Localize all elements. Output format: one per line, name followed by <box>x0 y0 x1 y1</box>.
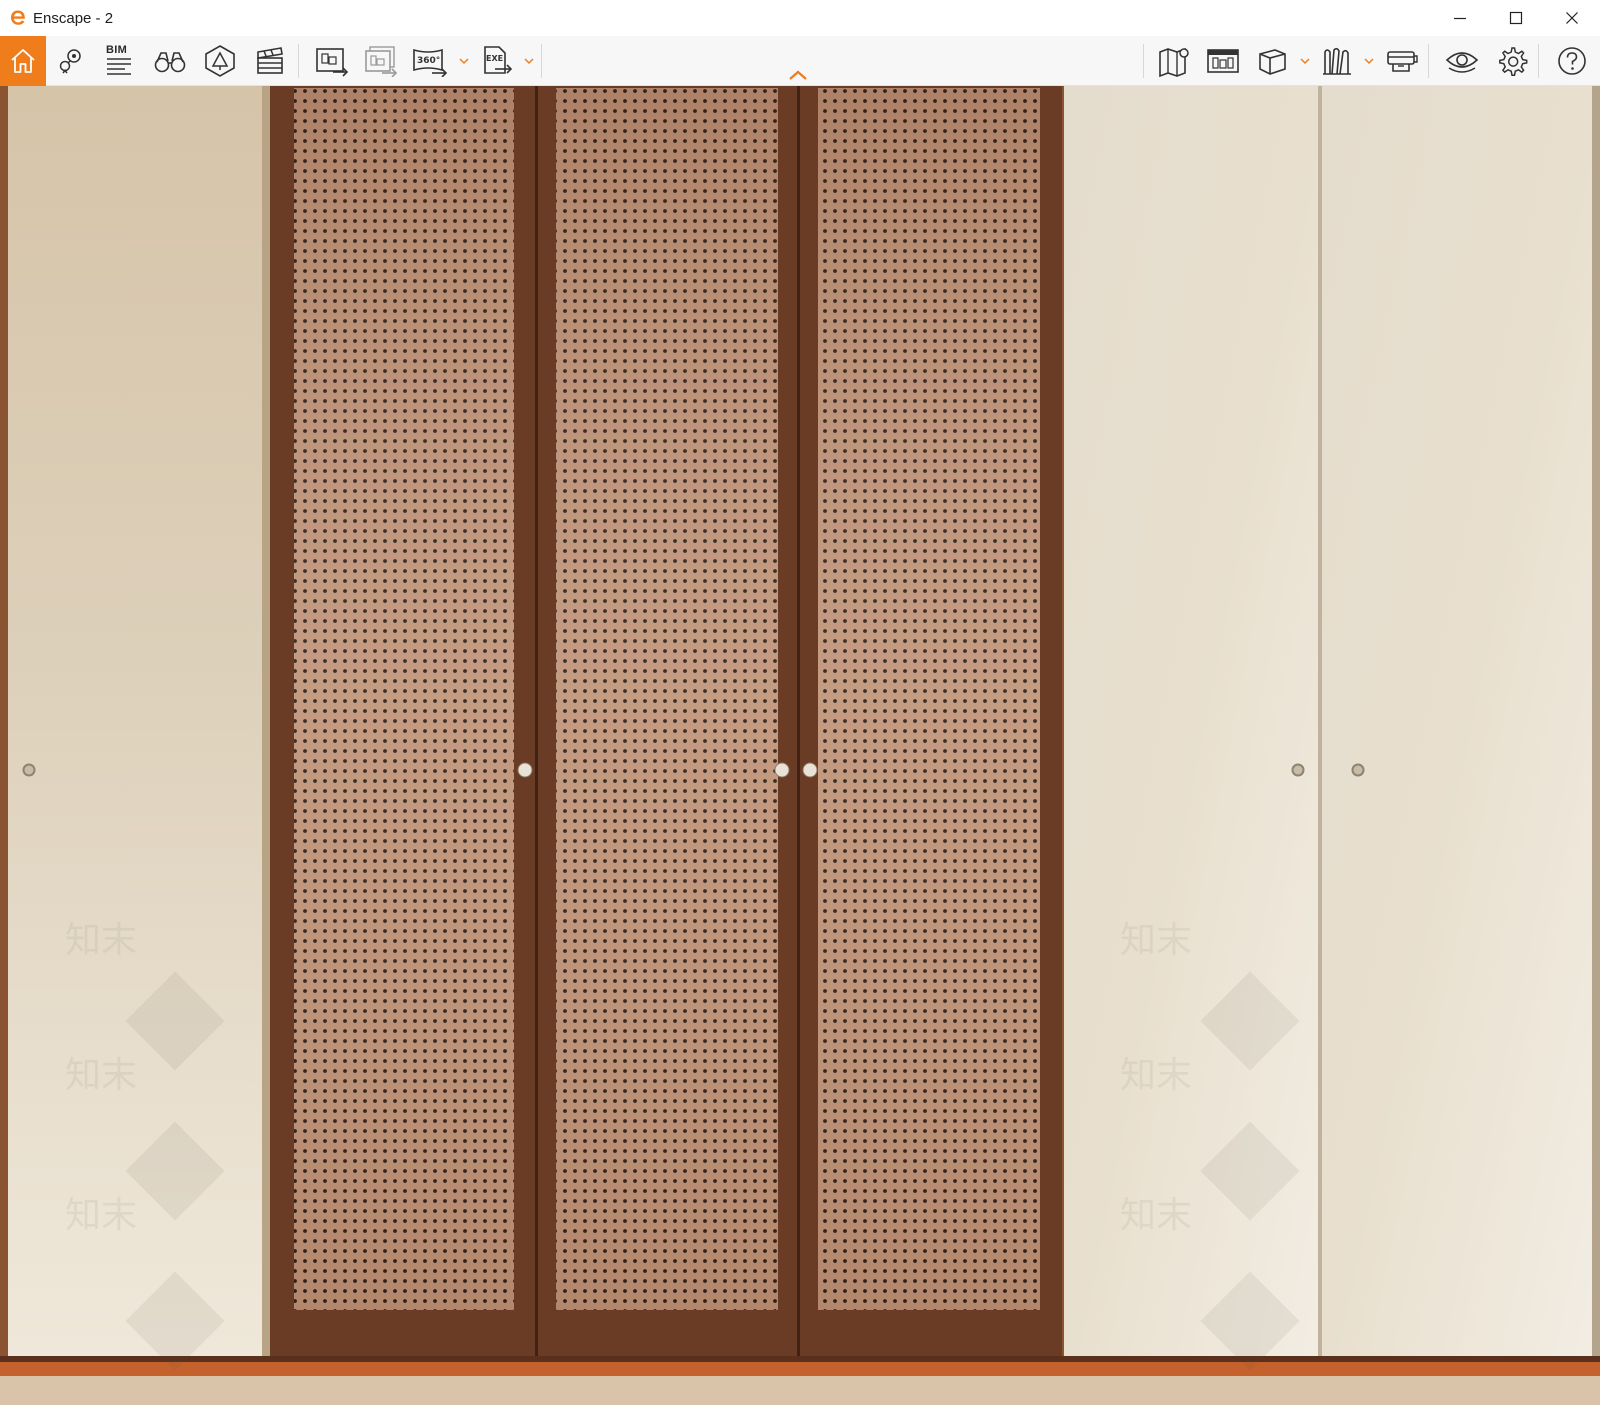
maximize-icon <box>1509 11 1523 25</box>
chevron-down-icon <box>1364 58 1374 65</box>
library-books-icon <box>1323 47 1351 75</box>
door-knob <box>517 762 533 778</box>
collapse-toolbar-button[interactable] <box>786 66 810 84</box>
map-button[interactable] <box>1152 39 1196 83</box>
clapperboard-icon <box>257 47 283 74</box>
standalone-exe-export-icon: EXE <box>484 46 513 74</box>
toolbar-separator <box>298 44 299 78</box>
panorama-dropdown-caret[interactable] <box>457 54 471 68</box>
screenshot-export-icon <box>316 48 349 77</box>
location-button[interactable] <box>49 39 93 83</box>
bim-label: BIM <box>106 44 128 56</box>
object-view-dropdown-caret[interactable] <box>1298 54 1312 68</box>
minimize-button[interactable] <box>1432 0 1488 36</box>
close-button[interactable] <box>1544 0 1600 36</box>
library-dropdown-caret[interactable] <box>1362 54 1376 68</box>
video-editor-button[interactable] <box>248 39 292 83</box>
plinth <box>0 1362 1600 1376</box>
minimize-icon <box>1454 17 1466 20</box>
toolbar-separator <box>1143 44 1144 78</box>
svg-text:EXE: EXE <box>486 54 503 63</box>
asset-library-button[interactable] <box>198 39 242 83</box>
home-button[interactable] <box>0 36 46 86</box>
render-viewport[interactable]: 知末 知末 知末 知末 知末 知末 <box>0 86 1600 1405</box>
right-cream-door-2 <box>1322 86 1592 1356</box>
chevron-down-icon <box>524 58 534 65</box>
exe-export-button[interactable]: EXE <box>476 39 520 83</box>
binoculars-icon <box>154 52 186 73</box>
cube-icon <box>1259 49 1286 75</box>
close-icon <box>1566 12 1578 24</box>
toolbar-separator <box>1538 44 1539 78</box>
panorama-export-button[interactable]: 360° <box>408 39 452 83</box>
home-icon <box>11 49 35 73</box>
toolbar-separator <box>541 44 542 78</box>
screenshot-button[interactable] <box>310 39 354 83</box>
settings-gear-icon <box>1499 47 1528 76</box>
enscape-logo-icon <box>8 8 28 28</box>
wardrobe-render-scene <box>0 86 1600 1405</box>
enscape-window: Enscape - 2 BIM 360° EXE <box>0 0 1600 1405</box>
help-button[interactable] <box>1550 39 1594 83</box>
settings-button[interactable] <box>1490 39 1534 83</box>
upload-view-icon <box>1207 49 1239 73</box>
main-toolbar: BIM 360° EXE <box>0 36 1600 86</box>
object-view-button[interactable] <box>1250 39 1294 83</box>
window-title: Enscape - 2 <box>33 9 114 27</box>
eye-icon <box>1445 52 1479 73</box>
chevron-down-icon <box>459 58 469 65</box>
chevron-down-icon <box>1300 58 1310 65</box>
window-controls <box>1432 0 1600 36</box>
batch-render-button[interactable] <box>359 39 403 83</box>
title-bar: Enscape - 2 <box>0 0 1600 36</box>
chevron-up-icon <box>789 70 807 80</box>
asset-library-icon <box>205 45 235 77</box>
panorama-360-export-icon: 360° <box>413 48 448 77</box>
visual-settings-button[interactable] <box>1440 39 1484 83</box>
help-icon <box>1558 47 1586 75</box>
floor <box>0 1376 1600 1405</box>
walk-mode-button[interactable] <box>148 39 192 83</box>
svg-text:360°: 360° <box>417 56 440 66</box>
toolbar-separator <box>1428 44 1429 78</box>
door-knob <box>774 762 790 778</box>
library-button[interactable] <box>1316 39 1360 83</box>
maximize-button[interactable] <box>1488 0 1544 36</box>
batch-export-icon <box>365 46 398 77</box>
door-knob <box>802 762 818 778</box>
location-pin-icon <box>59 49 81 74</box>
upload-button[interactable] <box>1201 39 1245 83</box>
exe-dropdown-caret[interactable] <box>522 54 536 68</box>
vr-headset-icon <box>1387 51 1418 72</box>
map-icon <box>1159 47 1189 78</box>
vr-button[interactable] <box>1380 39 1424 83</box>
